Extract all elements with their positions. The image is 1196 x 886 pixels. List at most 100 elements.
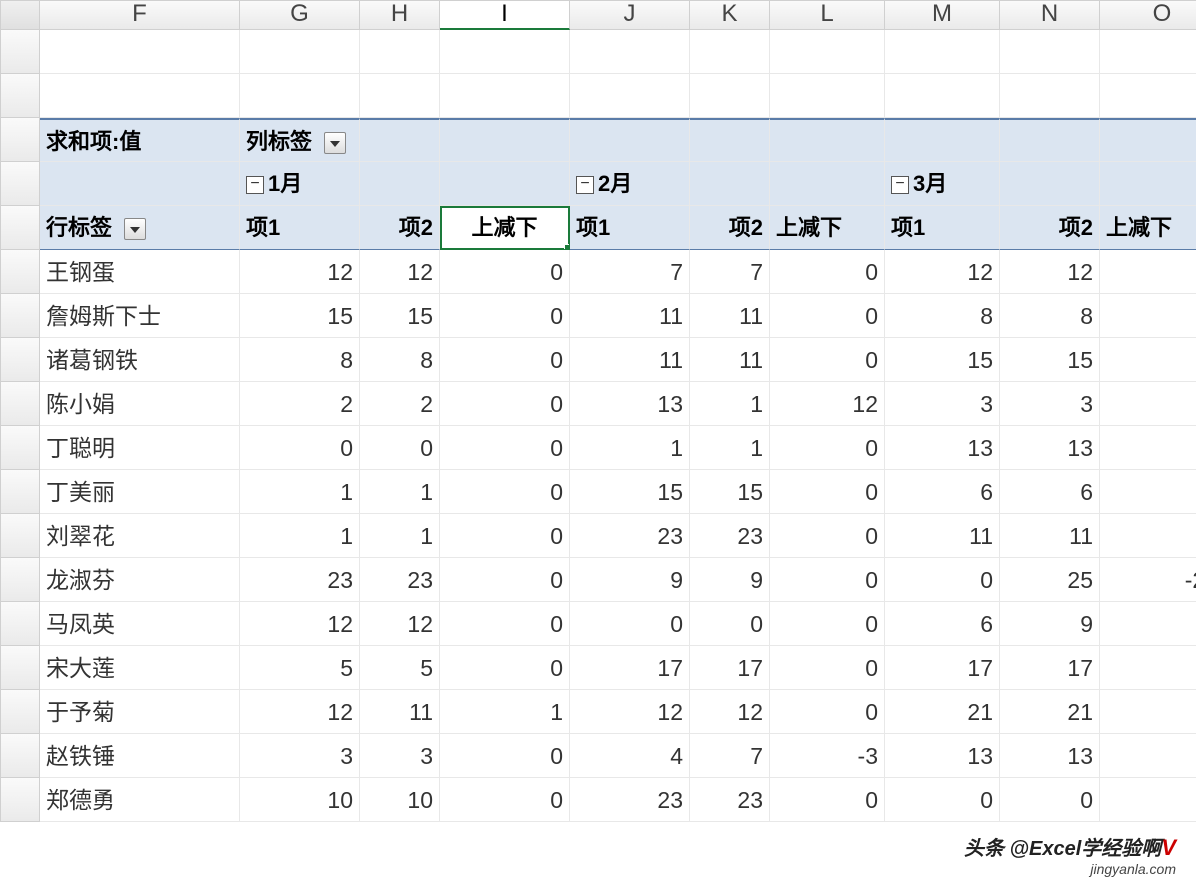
data-cell[interactable]: -25 <box>1100 558 1196 602</box>
row-number[interactable] <box>0 162 40 206</box>
data-cell[interactable]: 11 <box>1000 514 1100 558</box>
data-cell[interactable]: 12 <box>240 602 360 646</box>
data-cell[interactable]: 11 <box>570 338 690 382</box>
column-filter-dropdown[interactable] <box>324 132 346 154</box>
data-cell[interactable]: 12 <box>240 690 360 734</box>
pivot-value-field[interactable]: 求和项:值 <box>40 118 240 162</box>
row-number[interactable] <box>0 74 40 118</box>
data-cell[interactable]: 0 <box>440 338 570 382</box>
row-number[interactable] <box>0 646 40 690</box>
subheader[interactable]: 项2 <box>1000 206 1100 250</box>
subheader[interactable]: 上减下 <box>770 206 885 250</box>
data-cell[interactable]: 11 <box>690 338 770 382</box>
data-cell[interactable]: 0 <box>770 426 885 470</box>
data-cell[interactable]: 7 <box>690 734 770 778</box>
data-cell[interactable]: 6 <box>885 602 1000 646</box>
data-cell[interactable]: 15 <box>1000 338 1100 382</box>
data-cell[interactable]: 0 <box>440 602 570 646</box>
subheader[interactable]: 项1 <box>570 206 690 250</box>
row-label[interactable]: 郑德勇 <box>40 778 240 822</box>
data-cell[interactable]: 17 <box>690 646 770 690</box>
data-cell[interactable]: 15 <box>885 338 1000 382</box>
data-cell[interactable]: 0 <box>770 646 885 690</box>
data-cell[interactable]: 0 <box>440 646 570 690</box>
row-label[interactable]: 于予菊 <box>40 690 240 734</box>
data-cell[interactable]: 11 <box>360 690 440 734</box>
data-cell[interactable]: 9 <box>570 558 690 602</box>
subheader[interactable]: 项2 <box>690 206 770 250</box>
data-cell[interactable]: 9 <box>690 558 770 602</box>
row-number[interactable] <box>0 294 40 338</box>
data-cell[interactable]: 23 <box>570 778 690 822</box>
data-cell[interactable]: 0 <box>570 602 690 646</box>
data-cell[interactable]: 11 <box>885 514 1000 558</box>
data-cell[interactable]: 0 <box>770 778 885 822</box>
collapse-icon[interactable]: − <box>891 176 909 194</box>
row-number[interactable] <box>0 558 40 602</box>
pivot-col-label-cell[interactable]: 列标签 <box>240 118 360 162</box>
row-number[interactable] <box>0 382 40 426</box>
row-label[interactable]: 丁聪明 <box>40 426 240 470</box>
data-cell[interactable]: 8 <box>885 294 1000 338</box>
data-cell[interactable]: 6 <box>1000 470 1100 514</box>
month-group-1[interactable]: −1月 <box>240 162 360 206</box>
data-cell[interactable]: 5 <box>240 646 360 690</box>
data-cell[interactable]: 0 <box>770 470 885 514</box>
spreadsheet-grid[interactable]: 求和项:值 列标签 −1月 −2月 −3月 行标签 项1 项2 上减下 项1 项… <box>0 30 1196 822</box>
data-cell[interactable]: 1 <box>360 470 440 514</box>
data-cell[interactable]: 6 <box>885 470 1000 514</box>
data-cell[interactable]: 0 <box>440 734 570 778</box>
subheader[interactable]: 项1 <box>885 206 1000 250</box>
data-cell[interactable]: 0 <box>1100 382 1196 426</box>
data-cell[interactable]: 17 <box>570 646 690 690</box>
data-cell[interactable]: 0 <box>240 426 360 470</box>
data-cell[interactable]: -3 <box>1100 602 1196 646</box>
row-number[interactable] <box>0 30 40 74</box>
row-label[interactable]: 王钢蛋 <box>40 250 240 294</box>
data-cell[interactable]: 3 <box>240 734 360 778</box>
data-cell[interactable]: 15 <box>570 470 690 514</box>
row-number[interactable] <box>0 602 40 646</box>
row-label[interactable]: 赵铁锤 <box>40 734 240 778</box>
data-cell[interactable]: 0 <box>1100 294 1196 338</box>
data-cell[interactable]: 8 <box>1000 294 1100 338</box>
row-label[interactable]: 刘翠花 <box>40 514 240 558</box>
data-cell[interactable]: 1 <box>690 426 770 470</box>
col-header-I[interactable]: I <box>440 0 570 30</box>
subheader[interactable]: 项1 <box>240 206 360 250</box>
data-cell[interactable]: 0 <box>1100 426 1196 470</box>
data-cell[interactable]: 12 <box>690 690 770 734</box>
col-header-O[interactable]: O <box>1100 0 1196 30</box>
month-group-3[interactable]: −3月 <box>885 162 1000 206</box>
data-cell[interactable]: 12 <box>360 250 440 294</box>
data-cell[interactable]: 0 <box>770 558 885 602</box>
data-cell[interactable]: 13 <box>570 382 690 426</box>
row-number[interactable] <box>0 778 40 822</box>
data-cell[interactable]: 15 <box>360 294 440 338</box>
data-cell[interactable]: 9 <box>1000 602 1100 646</box>
data-cell[interactable]: 0 <box>770 690 885 734</box>
data-cell[interactable]: 15 <box>690 470 770 514</box>
data-cell[interactable]: 1 <box>240 470 360 514</box>
row-label[interactable]: 陈小娟 <box>40 382 240 426</box>
data-cell[interactable]: 4 <box>570 734 690 778</box>
data-cell[interactable]: 0 <box>360 426 440 470</box>
month-group-2[interactable]: −2月 <box>570 162 690 206</box>
data-cell[interactable]: 17 <box>885 646 1000 690</box>
data-cell[interactable]: 0 <box>1100 514 1196 558</box>
data-cell[interactable]: 0 <box>770 250 885 294</box>
data-cell[interactable]: 23 <box>690 514 770 558</box>
data-cell[interactable]: 1 <box>240 514 360 558</box>
data-cell[interactable]: 12 <box>770 382 885 426</box>
data-cell[interactable]: 8 <box>360 338 440 382</box>
data-cell[interactable]: 5 <box>360 646 440 690</box>
row-number[interactable] <box>0 338 40 382</box>
row-number[interactable] <box>0 690 40 734</box>
row-label[interactable]: 丁美丽 <box>40 470 240 514</box>
data-cell[interactable]: 3 <box>885 382 1000 426</box>
data-cell[interactable]: 21 <box>885 690 1000 734</box>
data-cell[interactable]: 23 <box>570 514 690 558</box>
data-cell[interactable]: 10 <box>240 778 360 822</box>
data-cell[interactable]: 7 <box>690 250 770 294</box>
col-header-L[interactable]: L <box>770 0 885 30</box>
